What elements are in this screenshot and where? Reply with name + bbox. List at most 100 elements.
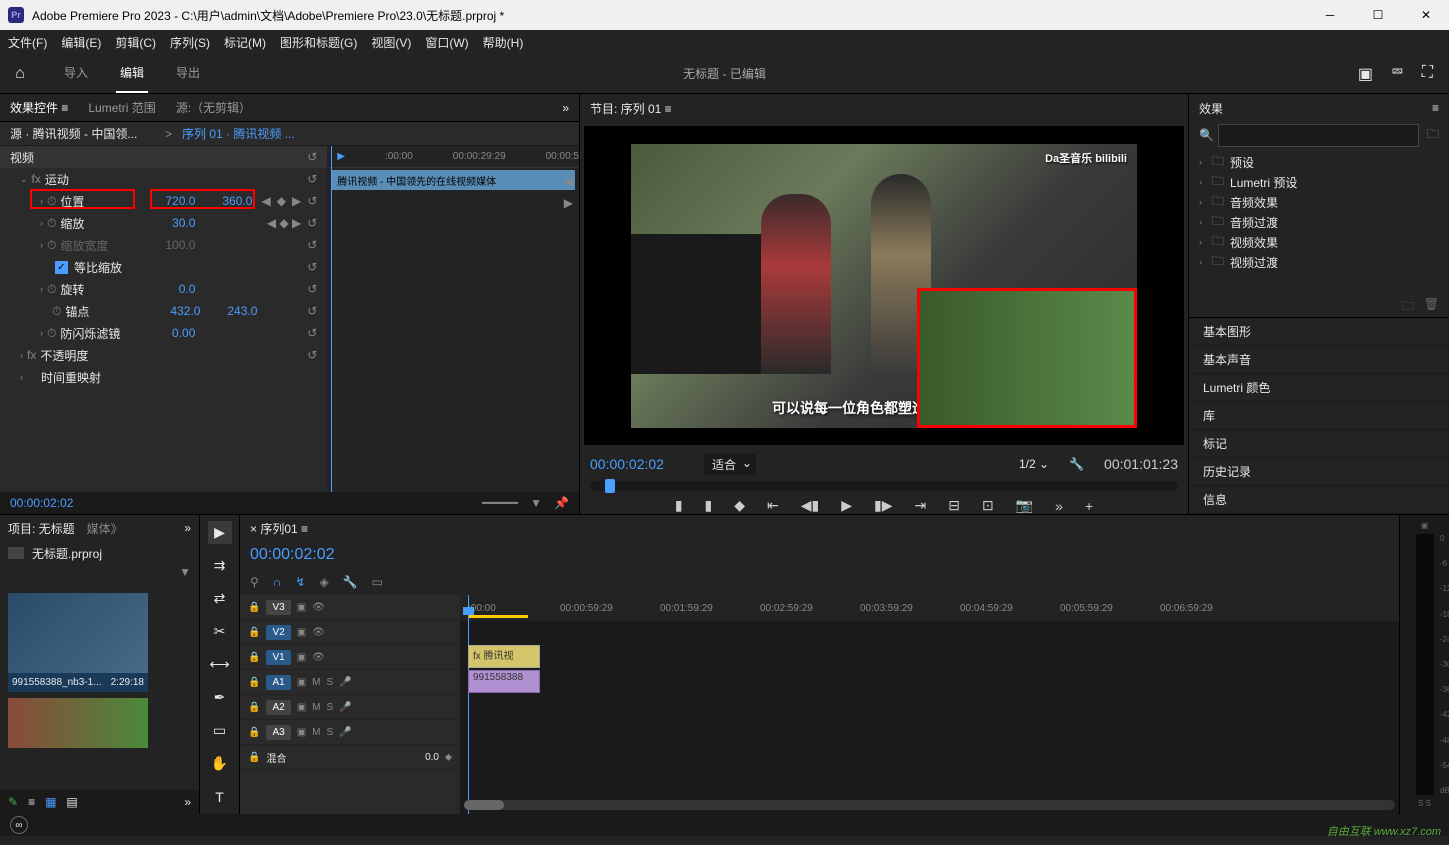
uniform-scale-checkbox[interactable]: ✓ [55,261,68,274]
program-tab[interactable]: 节目: 序列 01 ≡ [590,100,672,117]
section-libraries[interactable]: 库 [1189,402,1449,430]
step-back-icon[interactable]: ◀▮ [801,497,819,514]
reset-icon[interactable]: ↺ [307,304,317,318]
anchor-y-value[interactable]: 243.0 [212,304,257,318]
flicker-value[interactable]: 0.00 [150,326,195,340]
reset-icon[interactable]: ↺ [307,326,317,340]
settings-icon[interactable]: 🔧 [343,575,358,589]
extract-icon[interactable]: ⊡ [982,497,994,514]
panel-menu-icon[interactable]: » [562,101,569,115]
selection-tool[interactable]: ▶ [208,521,232,544]
rectangle-tool[interactable]: ▭ [208,719,232,742]
pin-icon[interactable]: 📌 [554,496,569,510]
section-lumetri-color[interactable]: Lumetri 颜色 [1189,374,1449,402]
menu-sequence[interactable]: 序列(S) [170,34,210,51]
track-v1-label[interactable]: V1 [266,650,290,665]
effects-search-input[interactable] [1218,124,1419,147]
linked-selection-icon[interactable]: ∩ [273,575,282,589]
hand-tool[interactable]: ✋ [208,752,232,775]
effects-tab[interactable]: 效果 [1199,100,1223,117]
track-v2-label[interactable]: V2 [266,625,290,640]
fx-time-remap-label[interactable]: 时间重映射 [41,369,101,386]
reset-icon[interactable]: ↺ [307,150,317,164]
reset-icon[interactable]: ↺ [307,194,317,208]
track-output-icon[interactable]: ▣ [297,677,306,688]
keyframe-nav-icon[interactable]: ◀ ◆ ▶ [267,216,301,230]
ripple-edit-tool[interactable]: ⇄ [208,587,232,610]
project-tab[interactable]: 项目: 无标题 [8,520,75,537]
ws-tab-export[interactable]: 导出 [172,54,204,93]
marker-icon[interactable]: ◆ [734,497,745,514]
anchor-x-value[interactable]: 432.0 [155,304,200,318]
export-frame-icon[interactable]: 📷 [1016,497,1033,514]
maximize-button[interactable]: ☐ [1363,8,1393,22]
quick-export-icon[interactable]: ▣ [1358,64,1373,84]
effect-current-time[interactable]: 00:00:02:02 [10,496,73,510]
stopwatch-icon[interactable]: ⏱ [47,326,56,341]
menu-help[interactable]: 帮助(H) [483,34,524,51]
keyframe-icon[interactable]: ⬥ [445,752,452,763]
section-info[interactable]: 信息 [1189,486,1449,514]
folder-video-effects[interactable]: ›🗀视频效果 [1199,232,1439,252]
pencil-icon[interactable]: ✎ [8,795,18,809]
menu-view[interactable]: 视图(V) [371,34,411,51]
track-output-icon[interactable]: ▣ [297,627,306,638]
folder-audio-effects[interactable]: ›🗀音频效果 [1199,192,1439,212]
section-essential-graphics[interactable]: 基本图形 [1189,318,1449,346]
play-icon[interactable]: ▶ [841,497,852,514]
wrench-icon[interactable]: 🔧 [1069,457,1084,471]
insert-icon[interactable]: ◈ [319,575,328,589]
section-history[interactable]: 历史记录 [1189,458,1449,486]
track-a3-label[interactable]: A3 [266,725,290,740]
reset-icon[interactable]: ↺ [307,216,317,230]
timeline-playhead[interactable] [468,595,469,814]
timeline-zoom-scrollbar[interactable] [464,800,1395,810]
menu-marker[interactable]: 标记(M) [224,34,266,51]
lock-icon[interactable]: 🔒 [248,677,260,688]
ws-tab-edit[interactable]: 编辑 [116,54,148,93]
delete-icon[interactable]: 🗑 [1424,297,1439,317]
lock-icon[interactable]: 🔒 [248,702,260,713]
scale-value[interactable]: 30.0 [150,216,195,230]
menu-file[interactable]: 文件(F) [8,34,47,51]
section-markers[interactable]: 标记 [1189,430,1449,458]
new-folder-icon[interactable]: 🗀 [1402,297,1414,317]
tab-lumetri-scopes[interactable]: Lumetri 范围 [88,99,155,116]
timeline-clip-v1[interactable]: 991558388 [468,670,540,693]
keyframe-add-icon[interactable]: ◆ [277,194,286,208]
stopwatch-icon[interactable]: ⏱ [47,216,56,231]
mic-icon[interactable]: 🎤 [339,677,351,688]
new-bin-icon[interactable]: 🗀 [1427,125,1439,146]
pen-tool[interactable]: ✒ [208,686,232,709]
track-output-icon[interactable]: ▣ [297,602,306,613]
go-to-in-icon[interactable]: ⇤ [767,497,779,514]
marker-icon[interactable]: ↯ [295,575,305,589]
freeform-view-icon[interactable]: ▤ [66,795,77,809]
ws-tab-import[interactable]: 导入 [60,54,92,93]
track-a2-label[interactable]: A2 [266,700,290,715]
mic-icon[interactable]: 🎤 [339,727,351,738]
lock-icon[interactable]: 🔒 [248,627,260,638]
menu-edit[interactable]: 编辑(E) [61,34,101,51]
chevron-down-icon[interactable]: ⌄ [20,174,28,185]
tab-effect-controls[interactable]: 效果控件 ≡ [10,99,68,116]
fx-motion-label[interactable]: 运动 [45,171,69,188]
stopwatch-icon[interactable]: ⏱ [47,194,56,209]
media-browser-tab[interactable]: 媒体》 [87,520,123,537]
rotation-value[interactable]: 0.0 [150,282,195,296]
track-select-tool[interactable]: ⇉ [208,554,232,577]
timeline-current-time[interactable]: 00:00:02:02 [250,546,335,564]
program-scrubber[interactable] [590,481,1178,491]
lift-icon[interactable]: ⊟ [948,497,960,514]
filter-icon[interactable]: ▼ [530,496,542,510]
more-icon[interactable]: » [184,795,191,809]
slip-tool[interactable]: ⟷ [208,653,232,676]
lock-icon[interactable]: 🔒 [248,727,260,738]
media-thumbnail-1[interactable]: 991558388_nb3-1... 2:29:18 [8,593,148,692]
panel-menu-icon[interactable]: » [184,521,191,535]
folder-lumetri-presets[interactable]: ›🗀Lumetri 预设 [1199,172,1439,192]
reset-icon[interactable]: ↺ [307,282,317,296]
zoom-slider[interactable]: ━━━━━ [482,496,518,510]
meter-peak-icon[interactable]: ▣ [1421,521,1429,530]
add-button-icon[interactable]: + [1085,498,1093,514]
